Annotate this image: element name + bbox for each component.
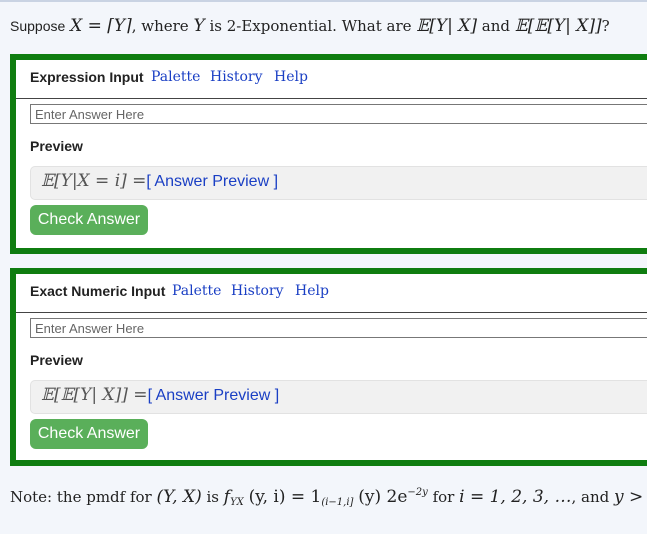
exact-numeric-input-panel: Exact Numeric Input Palette History Help… [10, 268, 647, 466]
note-cond2: y > 0 [614, 487, 647, 507]
answer-input[interactable] [30, 318, 647, 338]
question-text: Suppose X = ⌈Y⌉, where Y is 2-Exponentia… [10, 15, 640, 37]
check-answer-button[interactable]: Check Answer [30, 419, 148, 449]
question-part1: Suppose [10, 18, 66, 34]
preview-box: 𝔼[𝔼[Y| X]] =[ Answer Preview ] [30, 380, 647, 414]
note-mid: (y) 2e [358, 487, 408, 507]
question-expr2: 𝔼[𝔼[Y| X]] [514, 16, 602, 36]
note-f-sub: YX [230, 497, 244, 508]
palette-link[interactable]: Palette [172, 283, 221, 299]
note-pair: (Y, X) [156, 487, 202, 507]
question-eq1: X = ⌈Y⌉ [70, 16, 132, 36]
note-part2: is [206, 488, 220, 506]
help-link[interactable]: Help [274, 69, 308, 85]
answer-preview-text: [ Answer Preview ] [147, 387, 280, 404]
preview-math-expr: 𝔼[Y|X = i] = [41, 171, 147, 191]
preview-label: Preview [30, 352, 83, 368]
preview-content: 𝔼[Y|X = i] =[ Answer Preview ] [41, 171, 278, 191]
question-part3: is 2-Exponential. What are [209, 17, 412, 35]
preview-math-expr: 𝔼[𝔼[Y| X]] = [41, 385, 148, 405]
panel-tabs: Exact Numeric Input Palette History Help [16, 274, 647, 313]
help-link[interactable]: Help [295, 283, 329, 299]
question-part4: and [481, 17, 510, 35]
check-answer-button[interactable]: Check Answer [30, 205, 148, 235]
question-expr1: 𝔼[Y| X] [416, 16, 477, 36]
question-part5: ? [601, 17, 610, 35]
note-cond1: i = 1, 2, 3, … [459, 487, 572, 507]
panel-tabs: Expression Input Palette History Help [16, 60, 647, 99]
note-text: Note: the pmdf for (Y, X) is fYX (y, i) … [10, 481, 647, 515]
history-link[interactable]: History [210, 69, 263, 85]
note-ind-sub: (i−1,i] [321, 497, 354, 508]
answer-input[interactable] [30, 104, 647, 124]
tab-exact-numeric-input[interactable]: Exact Numeric Input [30, 283, 165, 299]
note-part1: Note: the pmdf for [10, 488, 152, 506]
history-link[interactable]: History [231, 283, 284, 299]
question-var-y: Y [193, 16, 205, 36]
note-exp: −2y [407, 487, 428, 498]
note-part3: for [432, 488, 455, 506]
tab-expression-input[interactable]: Expression Input [30, 69, 144, 85]
preview-content: 𝔼[𝔼[Y| X]] =[ Answer Preview ] [41, 385, 279, 405]
top-divider [0, 0, 647, 2]
preview-box: 𝔼[Y|X = i] =[ Answer Preview ] [30, 166, 647, 200]
expression-input-panel: Expression Input Palette History Help Pr… [10, 54, 647, 254]
note-part4: , and [571, 488, 610, 506]
preview-label: Preview [30, 138, 83, 154]
question-part2: , where [131, 17, 189, 35]
note-args: (y, i) = 1 [248, 487, 322, 507]
palette-link[interactable]: Palette [151, 69, 200, 85]
answer-preview-text: [ Answer Preview ] [146, 173, 279, 190]
